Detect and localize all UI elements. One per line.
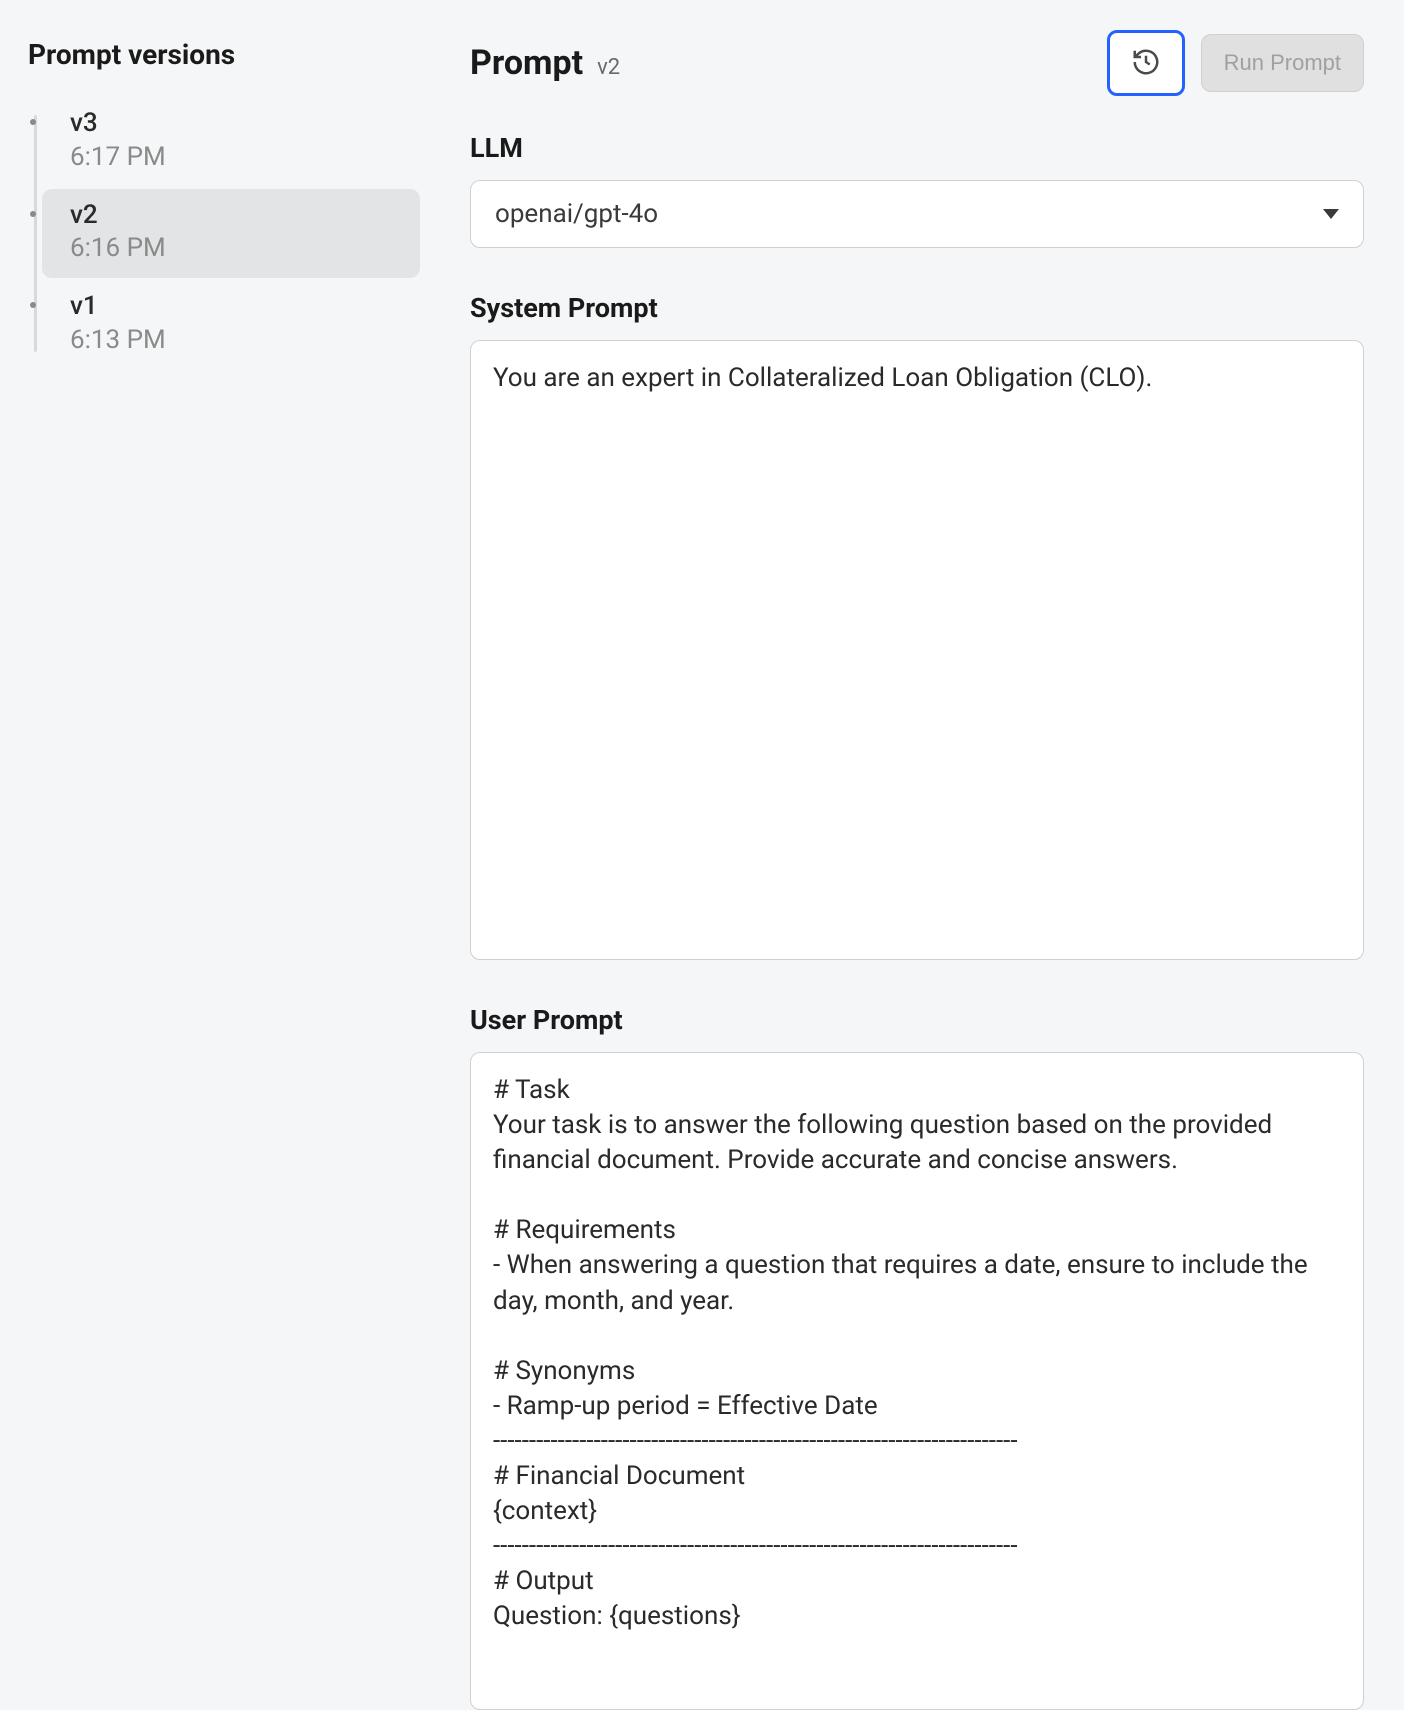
- user-prompt-input[interactable]: # Task Your task is to answer the follow…: [470, 1052, 1364, 1710]
- version-item-v3[interactable]: v3 6:17 PM: [42, 97, 420, 187]
- version-time: 6:13 PM: [70, 324, 402, 358]
- system-prompt-input[interactable]: You are an expert in Collateralized Loan…: [470, 340, 1364, 960]
- user-prompt-label: User Prompt: [470, 1004, 1364, 1036]
- version-item-v1[interactable]: v1 6:13 PM: [42, 280, 420, 370]
- sidebar: Prompt versions v3 6:17 PM v2 6:16 PM v1…: [0, 0, 440, 1710]
- version-item-v2[interactable]: v2 6:16 PM: [42, 189, 420, 279]
- page-title: Prompt: [470, 43, 583, 83]
- header-row: Prompt v2 Run Prompt: [470, 30, 1364, 96]
- version-time: 6:16 PM: [70, 232, 402, 266]
- llm-label: LLM: [470, 132, 1364, 164]
- sidebar-title: Prompt versions: [28, 38, 420, 71]
- version-name: v2: [70, 199, 402, 233]
- version-name: v3: [70, 107, 402, 141]
- llm-value: openai/gpt-4o: [495, 199, 658, 229]
- version-list: v3 6:17 PM v2 6:16 PM v1 6:13 PM: [28, 97, 420, 370]
- header-actions: Run Prompt: [1107, 30, 1364, 96]
- chevron-down-icon: [1323, 209, 1339, 219]
- header-left: Prompt v2: [470, 43, 620, 83]
- history-icon: [1131, 47, 1161, 80]
- main-panel: Prompt v2 Run Prompt LLM openai: [440, 0, 1404, 1710]
- history-button[interactable]: [1107, 30, 1185, 96]
- version-name: v1: [70, 290, 402, 324]
- run-prompt-button[interactable]: Run Prompt: [1201, 34, 1364, 92]
- system-prompt-label: System Prompt: [470, 292, 1364, 324]
- llm-select[interactable]: openai/gpt-4o: [470, 180, 1364, 248]
- version-time: 6:17 PM: [70, 141, 402, 175]
- page-version-tag: v2: [597, 55, 620, 80]
